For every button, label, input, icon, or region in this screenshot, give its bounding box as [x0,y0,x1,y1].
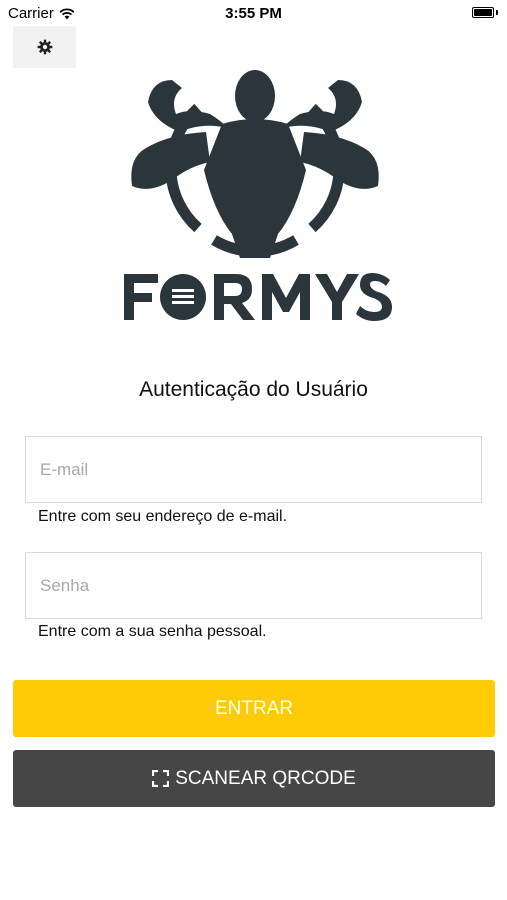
settings-button[interactable] [13,26,76,68]
formys-wordmark [124,273,392,321]
qr-scan-icon [152,770,170,787]
login-button-label: ENTRAR [214,697,294,719]
password-hint: Entre com a sua senha pessoal. [38,623,267,640]
gear-icon [37,39,52,55]
status-bar: Carrier 3:55 PM [0,0,507,28]
auth-title: Autenticação do Usuário [139,378,368,401]
scan-qrcode-label: SCANEAR QRCODE [175,767,356,789]
email-field[interactable] [25,436,482,503]
formys-logo [124,70,392,321]
battery-icon [472,7,498,19]
login-button[interactable]: ENTRAR [13,680,495,737]
password-field[interactable] [25,552,482,619]
email-hint: Entre com seu endereço de e-mail. [38,508,288,525]
clock: 3:55 PM [225,5,282,22]
scan-qrcode-button[interactable]: SCANEAR QRCODE [13,750,495,807]
bodybuilder-logo [131,70,379,258]
